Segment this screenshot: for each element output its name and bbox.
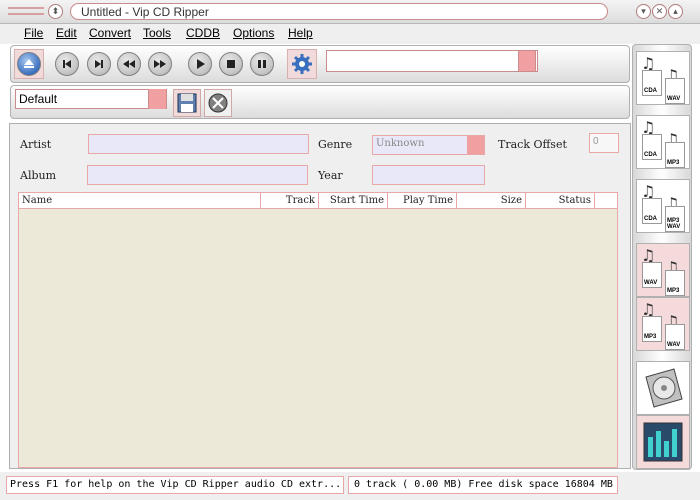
play-button[interactable] [188,52,212,76]
save-profile-button[interactable] [173,89,201,117]
profile-select[interactable]: Default [15,89,167,109]
stop-icon [227,60,235,68]
play-icon [197,59,205,69]
profile-dropdown-button[interactable] [148,89,166,109]
column-start-time[interactable]: Start Time [319,193,388,209]
cd-case-button[interactable] [636,361,690,415]
fast-forward-icon [154,60,166,68]
cda-file-icon: CDA [642,134,662,160]
equalizer-icon [643,422,683,462]
pause-button[interactable] [250,52,274,76]
wav-file-icon: WAV [665,324,685,350]
title-grip [8,7,44,15]
menu-file[interactable]: File [24,26,43,40]
profile-toolbar: Default [10,85,630,119]
mp3-to-wav-button[interactable]: ♫ MP3 ♫ WAV [636,297,690,351]
year-input[interactable] [372,165,485,185]
delete-profile-button[interactable] [204,89,232,117]
title-pill: Untitled - Vip CD Ripper [70,3,608,20]
playback-toolbar [10,45,630,83]
menu-convert[interactable]: Convert [89,26,131,40]
column-track[interactable]: Track [261,193,319,209]
settings-gear-icon [292,54,312,74]
status-help-text: Press F1 for help on the Vip CD Ripper a… [6,476,344,494]
artist-label: Artist [20,138,52,151]
rewind-button[interactable] [117,52,141,76]
wav-file-icon: WAV [642,262,662,288]
menu-cddb[interactable]: CDDB [186,26,220,40]
floppy-disk-icon [177,93,197,113]
equalizer-button[interactable] [636,415,690,469]
fast-forward-button[interactable] [148,52,172,76]
album-input[interactable] [87,165,308,185]
system-menu-button[interactable]: ⬍ [48,4,63,19]
next-track-button[interactable] [87,52,111,76]
conversion-sidebar: ♫ CDA ♫ WAV ♫ CDA ♫ MP3 ♫ CDA ♫ MP3 WAV … [632,44,692,470]
menu-help[interactable]: Help [288,26,313,40]
eject-button[interactable] [17,52,41,76]
cda-to-mp3-wav-button[interactable]: ♫ CDA ♫ MP3 WAV [636,179,690,233]
track-table[interactable]: Name Track Start Time Play Time Size Sta… [18,192,618,468]
profile-value: Default [19,92,58,106]
genre-dropdown-button[interactable] [467,136,484,154]
menu-tools[interactable]: Tools [143,26,171,40]
maximize-button[interactable]: ▴ [668,4,683,19]
wav-to-mp3-button[interactable]: ♫ WAV ♫ MP3 [636,243,690,297]
menu-edit[interactable]: Edit [56,26,77,40]
column-play-time[interactable]: Play Time [388,193,457,209]
status-info-text: 0 track ( 0.00 MB) Free disk space 16804… [348,476,618,494]
close-button[interactable]: ✕ [652,4,667,19]
settings-button[interactable] [290,52,314,76]
previous-track-button[interactable] [55,52,79,76]
cda-to-mp3-button[interactable]: ♫ CDA ♫ MP3 [636,115,690,169]
eject-icon [24,59,34,68]
cd-case-icon [645,368,683,408]
skip-back-icon [63,60,71,68]
column-name[interactable]: Name [19,193,261,209]
progress-end-cap [518,50,536,72]
column-size[interactable]: Size [457,193,526,209]
status-bar: Press F1 for help on the Vip CD Ripper a… [0,472,700,500]
track-offset-label: Track Offset [498,138,567,151]
track-offset-input[interactable]: 0 [589,133,619,153]
menu-options[interactable]: Options [233,26,274,40]
cda-file-icon: CDA [642,70,662,96]
artist-input[interactable] [88,134,309,154]
menu-bar: File Edit Convert Tools CDDB Options Hel… [0,24,700,44]
progress-field [326,50,538,72]
cda-file-icon: CDA [642,198,662,224]
cda-to-wav-button[interactable]: ♫ CDA ♫ WAV [636,51,690,105]
track-offset-value: 0 [593,136,599,147]
table-header: Name Track Start Time Play Time Size Sta… [19,193,617,209]
year-label: Year [318,169,343,182]
wav-file-icon: WAV [665,78,685,104]
rewind-icon [123,60,135,68]
mp3-wav-file-icon: MP3 WAV [665,206,685,232]
pause-icon [258,60,266,68]
album-label: Album [20,169,57,182]
column-status[interactable]: Status [526,193,595,209]
title-bar[interactable]: ⬍ Untitled - Vip CD Ripper ▾ ✕ ▴ [0,0,700,24]
stop-button[interactable] [219,52,243,76]
mp3-file-icon: MP3 [665,142,685,168]
genre-value: Unknown [376,138,425,149]
column-spacer [595,193,617,209]
delete-x-icon [208,93,228,113]
mp3-file-icon: MP3 [642,316,662,342]
window-title: Untitled - Vip CD Ripper [81,5,209,19]
genre-label: Genre [318,138,353,151]
minimize-button[interactable]: ▾ [636,4,651,19]
genre-select[interactable]: Unknown [372,135,485,155]
mp3-file-icon: MP3 [665,270,685,296]
skip-forward-icon [95,60,103,68]
